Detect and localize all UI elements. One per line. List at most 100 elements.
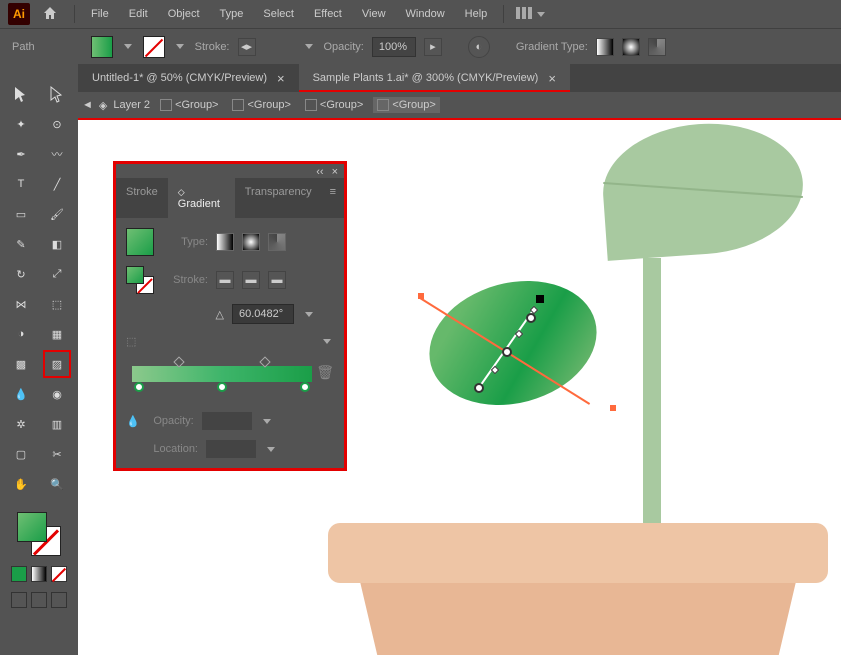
bc-group-2[interactable]: <Group>: [228, 97, 294, 113]
none-mode[interactable]: [51, 566, 67, 582]
gradient-stop[interactable]: [502, 347, 512, 357]
gradient-slider[interactable]: [132, 366, 312, 382]
home-button[interactable]: [34, 1, 66, 28]
symbol-sprayer-tool[interactable]: ✲: [9, 412, 33, 436]
tab-sample-plants[interactable]: Sample Plants 1.ai* @ 300% (CMYK/Preview…: [299, 64, 570, 92]
back-icon[interactable]: ◄: [82, 99, 93, 111]
gradient-stop[interactable]: [526, 313, 536, 323]
bc-group-4[interactable]: <Group>: [373, 97, 439, 113]
menu-effect[interactable]: Effect: [306, 4, 350, 24]
gradient-stop-handle[interactable]: [217, 382, 227, 392]
panel-fill-stroke[interactable]: [126, 266, 154, 294]
type-tool[interactable]: T: [9, 172, 33, 196]
pen-tool[interactable]: ✒: [9, 142, 33, 166]
stroke-weight-stepper[interactable]: ◂▸: [238, 38, 256, 56]
mesh-tool[interactable]: ▩: [9, 352, 33, 376]
artwork-leaf-selected[interactable]: [428, 283, 598, 403]
panel-tab-gradient[interactable]: Gradient: [168, 178, 235, 218]
bc-group-1[interactable]: <Group>: [156, 97, 222, 113]
gradient-end[interactable]: [536, 295, 544, 303]
gradient-mode[interactable]: [31, 566, 47, 582]
panel-tab-transparency[interactable]: Transparency: [235, 178, 322, 218]
close-icon[interactable]: ×: [548, 71, 556, 86]
gradient-tool[interactable]: ▨: [45, 352, 69, 376]
shape-builder-tool[interactable]: ◑: [9, 322, 33, 346]
screen-full[interactable]: [31, 592, 47, 608]
menu-edit[interactable]: Edit: [121, 4, 156, 24]
stop-opacity-input[interactable]: [202, 412, 252, 430]
type-linear-icon[interactable]: [216, 233, 234, 251]
fill-dropdown[interactable]: [121, 40, 135, 54]
width-tool[interactable]: ⋈: [9, 292, 33, 316]
perspective-tool[interactable]: ▦: [45, 322, 69, 346]
menu-window[interactable]: Window: [398, 4, 453, 24]
artboard-tool[interactable]: ▢: [9, 442, 33, 466]
gradient-stop-handle[interactable]: [134, 382, 144, 392]
bc-group-3[interactable]: <Group>: [301, 97, 367, 113]
stroke-dropdown[interactable]: [173, 40, 187, 54]
stroke-apply-along[interactable]: ▬: [242, 271, 260, 289]
shaper-tool[interactable]: ✎: [9, 232, 33, 256]
fill-swatch[interactable]: [91, 36, 113, 58]
gradient-preview-swatch[interactable]: [126, 228, 154, 256]
workspace-switcher[interactable]: [512, 3, 552, 25]
angle-dropdown[interactable]: [302, 307, 316, 321]
paintbrush-tool[interactable]: 🖌: [45, 202, 69, 226]
color-mode[interactable]: [11, 566, 27, 582]
stroke-swatch[interactable]: [143, 36, 165, 58]
bc-layer[interactable]: Layer 2: [113, 99, 150, 111]
tab-untitled[interactable]: Untitled-1* @ 50% (CMYK/Preview)×: [78, 64, 299, 92]
menu-object[interactable]: Object: [160, 4, 208, 24]
eyedropper-tool[interactable]: 💧: [9, 382, 33, 406]
selection-tool[interactable]: [9, 82, 33, 106]
free-transform-tool[interactable]: ⬚: [45, 292, 69, 316]
zoom-tool[interactable]: 🔍: [45, 472, 69, 496]
opacity-input[interactable]: [372, 37, 416, 57]
type-radial-icon[interactable]: [242, 233, 260, 251]
linear-gradient-icon[interactable]: [596, 38, 614, 56]
stop-location-input[interactable]: [206, 440, 256, 458]
menu-help[interactable]: Help: [457, 4, 496, 24]
menu-type[interactable]: Type: [212, 4, 252, 24]
scale-tool[interactable]: ⤢: [45, 262, 69, 286]
gradient-midpoint-handle[interactable]: [173, 356, 184, 367]
angle-input[interactable]: [232, 304, 294, 324]
rectangle-tool[interactable]: ▭: [9, 202, 33, 226]
aspect-dropdown[interactable]: [320, 334, 334, 348]
menu-view[interactable]: View: [354, 4, 394, 24]
eraser-tool[interactable]: ◧: [45, 232, 69, 256]
stroke-apply-within[interactable]: ▬: [216, 271, 234, 289]
slice-tool[interactable]: ✂: [45, 442, 69, 466]
rotate-tool[interactable]: ↻: [9, 262, 33, 286]
gradient-stop-handle[interactable]: [300, 382, 310, 392]
menu-select[interactable]: Select: [255, 4, 302, 24]
hand-tool[interactable]: ✋: [9, 472, 33, 496]
lasso-tool[interactable]: ⊙: [45, 112, 69, 136]
panel-menu-icon[interactable]: ≡: [322, 178, 344, 218]
stroke-profile-dropdown[interactable]: [302, 40, 316, 54]
close-icon[interactable]: ×: [277, 71, 285, 86]
screen-normal[interactable]: [11, 592, 27, 608]
delete-stop-icon[interactable]: 🗑: [316, 364, 334, 381]
magic-wand-tool[interactable]: ✦: [9, 112, 33, 136]
screen-present[interactable]: [51, 592, 67, 608]
panel-close-icon[interactable]: ×: [332, 166, 338, 176]
fill-stroke-control[interactable]: [17, 512, 61, 556]
panel-tab-stroke[interactable]: Stroke: [116, 178, 168, 218]
line-tool[interactable]: ╱: [45, 172, 69, 196]
stroke-apply-across[interactable]: ▬: [268, 271, 286, 289]
eyedropper-icon[interactable]: 💧: [126, 415, 140, 428]
direct-selection-tool[interactable]: [45, 82, 69, 106]
type-freeform-icon[interactable]: [268, 233, 286, 251]
blend-tool[interactable]: ◉: [45, 382, 69, 406]
recolor-button[interactable]: ◐: [468, 36, 490, 58]
menu-file[interactable]: File: [83, 4, 117, 24]
freeform-gradient-icon[interactable]: [648, 38, 666, 56]
graph-tool[interactable]: ▥: [45, 412, 69, 436]
gradient-midpoint-handle[interactable]: [260, 356, 271, 367]
opacity-more[interactable]: ▸: [424, 38, 442, 56]
curvature-tool[interactable]: 〰: [45, 142, 69, 166]
radial-gradient-icon[interactable]: [622, 38, 640, 56]
gradient-stop[interactable]: [474, 383, 484, 393]
panel-collapse-icon[interactable]: ‹‹: [316, 166, 323, 176]
